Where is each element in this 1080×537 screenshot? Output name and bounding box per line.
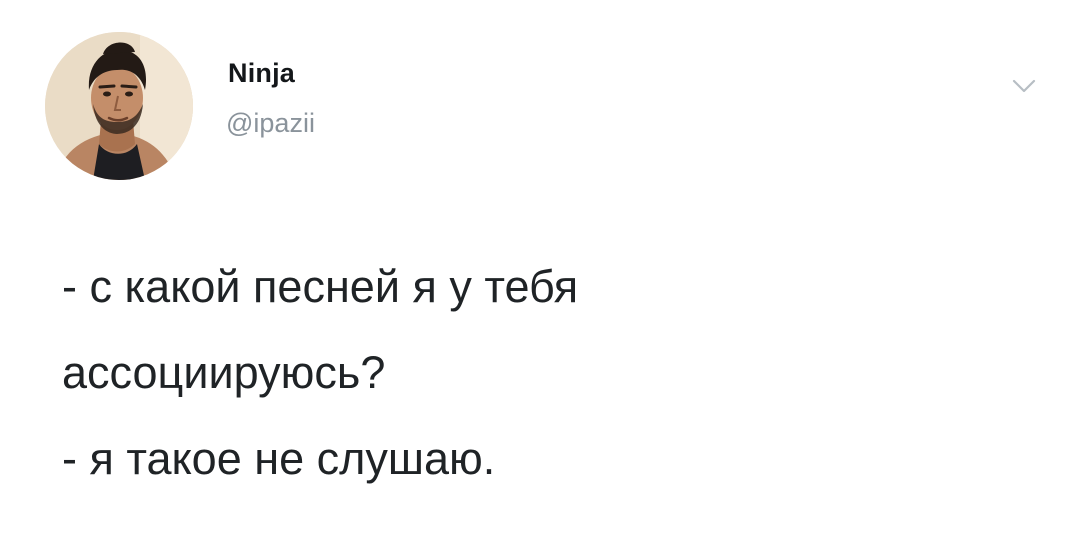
- tweet-menu-button[interactable]: [1006, 72, 1042, 100]
- tweet-text: - с какой песней я у тебя ассоциируюсь? …: [62, 244, 1022, 502]
- tweet-text-line: - с какой песней я у тебя: [62, 261, 579, 312]
- author-handle[interactable]: @ipazii: [226, 108, 315, 139]
- tweet-text-line: - я такое не слушаю.: [62, 433, 496, 484]
- chevron-down-icon: [1012, 79, 1036, 93]
- author-avatar[interactable]: [45, 32, 193, 180]
- author-name[interactable]: Ninja: [228, 58, 295, 89]
- avatar-photo-icon: [45, 32, 193, 180]
- tweet-text-line: ассоциируюсь?: [62, 347, 386, 398]
- tweet-card: Ninja @ipazii - с какой песней я у тебя …: [0, 0, 1080, 537]
